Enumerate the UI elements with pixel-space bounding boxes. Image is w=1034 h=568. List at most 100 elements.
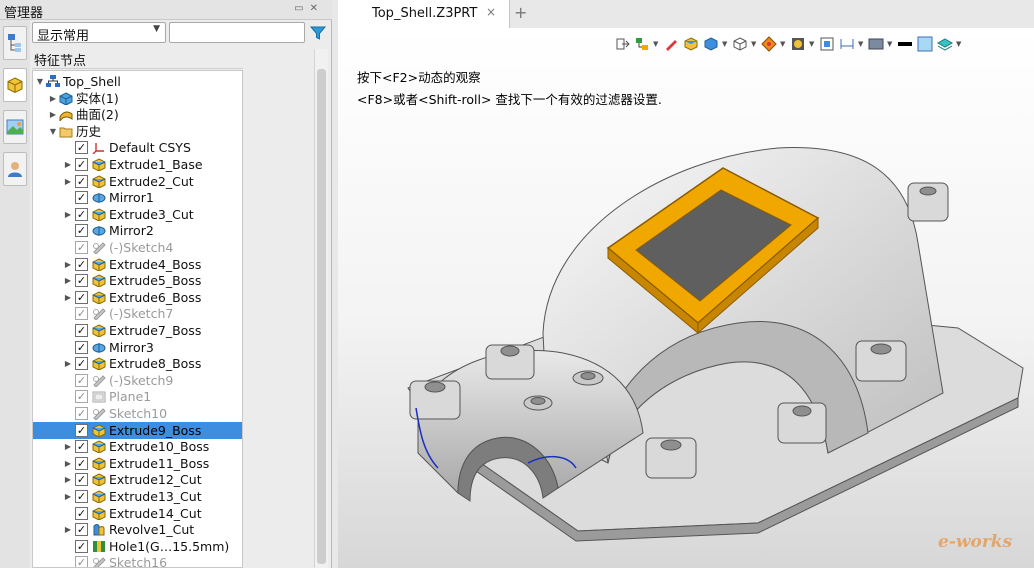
dimension-button[interactable] xyxy=(838,36,855,52)
chevron-down-icon[interactable]: ▼ xyxy=(780,40,786,48)
part-model[interactable] xyxy=(398,133,1028,553)
side-tab-tree[interactable] xyxy=(3,26,27,60)
visibility-checkbox[interactable]: ✓ xyxy=(75,241,88,254)
tree-item[interactable]: ▶ ✓ Extrude13_Cut xyxy=(33,488,242,505)
side-tab-part[interactable] xyxy=(3,68,27,102)
display-mode-select[interactable]: 显示常用 ▼ xyxy=(32,22,166,44)
tree-item[interactable]: ✓ Sketch10 xyxy=(33,405,242,422)
visibility-checkbox[interactable]: ✓ xyxy=(75,158,88,171)
tree-item[interactable]: ▶ ✓ Extrude6_Boss xyxy=(33,289,242,306)
tree-item[interactable]: ▼ 历史 xyxy=(33,123,242,140)
tree-item[interactable]: ✓ Plane1 xyxy=(33,388,242,405)
tree-item[interactable]: ▶ ✓ Extrude12_Cut xyxy=(33,471,242,488)
visibility-checkbox[interactable]: ✓ xyxy=(75,407,88,420)
visibility-checkbox[interactable]: ✓ xyxy=(75,440,88,454)
tree-filter-input[interactable] xyxy=(169,22,305,43)
section-view-button[interactable] xyxy=(936,36,953,52)
tree-item[interactable]: ✓ Extrude7_Boss xyxy=(33,322,242,339)
visibility-checkbox[interactable]: ✓ xyxy=(75,523,88,537)
tree-item[interactable]: ✓ Mirror3 xyxy=(33,339,242,356)
visibility-checkbox[interactable]: ✓ xyxy=(75,290,88,304)
tree-item[interactable]: ✓ Extrude14_Cut xyxy=(33,505,242,522)
tree-item[interactable]: ✓ Mirror2 xyxy=(33,222,242,239)
tree-item[interactable]: ✓ Extrude9_Boss xyxy=(33,421,242,439)
chevron-down-icon[interactable]: ▼ xyxy=(722,40,728,48)
chevron-down-icon[interactable]: ▼ xyxy=(653,40,659,48)
expand-closed-icon[interactable]: ▶ xyxy=(63,206,73,223)
tree-item[interactable]: ▶ 实体(1) xyxy=(33,90,242,107)
background-button[interactable] xyxy=(867,36,884,52)
color-bar-button[interactable] xyxy=(896,36,913,52)
visibility-checkbox[interactable]: ✓ xyxy=(75,141,88,155)
visibility-checkbox[interactable]: ✓ xyxy=(75,257,88,271)
tree-item[interactable]: ▶ ✓ Extrude5_Boss xyxy=(33,272,242,289)
tree-item[interactable]: ▶ ✓ Extrude11_Boss xyxy=(33,455,242,472)
tree-item[interactable]: ▼ Top_Shell xyxy=(33,73,242,90)
visibility-checkbox[interactable]: ✓ xyxy=(75,174,88,188)
visibility-checkbox[interactable]: ✓ xyxy=(75,191,88,205)
tree-item[interactable]: ▶ ✓ Revolve1_Cut xyxy=(33,521,242,538)
cube-view-button[interactable] xyxy=(702,36,719,52)
expand-open-icon[interactable]: ▼ xyxy=(35,73,45,90)
shaded-cube-button[interactable] xyxy=(682,36,699,52)
tree-item[interactable]: ▶ ✓ Extrude3_Cut xyxy=(33,206,242,223)
expand-closed-icon[interactable]: ▶ xyxy=(48,90,58,107)
expand-closed-icon[interactable]: ▶ xyxy=(63,471,73,488)
expand-closed-icon[interactable]: ▶ xyxy=(63,289,73,306)
expand-closed-icon[interactable]: ▶ xyxy=(63,488,73,505)
tree-item[interactable]: ▶ ✓ Extrude1_Base xyxy=(33,156,242,173)
visibility-checkbox[interactable]: ✓ xyxy=(75,556,88,567)
expand-closed-icon[interactable]: ▶ xyxy=(63,355,73,372)
pencil-button[interactable] xyxy=(662,36,679,52)
visibility-checkbox[interactable]: ✓ xyxy=(75,224,88,238)
display-filter-button[interactable] xyxy=(789,36,806,52)
visibility-checkbox[interactable]: ✓ xyxy=(75,539,88,553)
visibility-checkbox[interactable]: ✓ xyxy=(75,456,88,470)
hierarchy-button[interactable] xyxy=(633,36,650,52)
3d-viewport[interactable]: ▼ ▼ ▼ ▼ ▼ ▼ ▼ ▼ 按下<F2>动态的观察 <F8>或者<Shift-roll> … xyxy=(338,28,1034,568)
close-tab-icon[interactable]: × xyxy=(486,5,496,19)
visibility-checkbox[interactable]: ✓ xyxy=(75,506,88,520)
visibility-checkbox[interactable]: ✓ xyxy=(75,307,88,321)
expand-closed-icon[interactable]: ▶ xyxy=(63,455,73,472)
tree-scrollbar[interactable] xyxy=(314,49,328,568)
visibility-checkbox[interactable]: ✓ xyxy=(75,490,88,503)
expand-closed-icon[interactable]: ▶ xyxy=(48,106,58,123)
chevron-down-icon[interactable]: ▼ xyxy=(887,40,893,48)
wire-cube-button[interactable] xyxy=(731,36,748,52)
expand-closed-icon[interactable]: ▶ xyxy=(63,156,73,173)
visibility-checkbox[interactable]: ✓ xyxy=(75,373,88,387)
chevron-down-icon[interactable]: ▼ xyxy=(809,40,815,48)
expand-closed-icon[interactable]: ▶ xyxy=(63,173,73,190)
exit-sketch-button[interactable] xyxy=(613,36,630,52)
layer-button[interactable] xyxy=(916,36,933,52)
tree-item[interactable]: ▶ ✓ Extrude8_Boss xyxy=(33,355,242,372)
visibility-checkbox[interactable]: ✓ xyxy=(75,340,88,354)
chevron-down-icon[interactable]: ▼ xyxy=(858,40,864,48)
tree-item[interactable]: ✓ Hole1(G…15.5mm) xyxy=(33,538,242,555)
expand-closed-icon[interactable]: ▶ xyxy=(63,256,73,273)
chevron-down-icon[interactable]: ▼ xyxy=(956,40,962,48)
filter-button[interactable] xyxy=(307,22,328,43)
tree-item[interactable]: ✓ Mirror1 xyxy=(33,189,242,206)
visibility-checkbox[interactable]: ✓ xyxy=(75,423,88,437)
render-mode-button[interactable] xyxy=(760,36,777,52)
side-tab-user[interactable] xyxy=(3,152,27,186)
tree-item[interactable]: ✓ (-)Sketch9 xyxy=(33,372,242,389)
chevron-down-icon[interactable]: ▼ xyxy=(751,40,757,48)
pin-icon[interactable]: ▭ xyxy=(294,3,309,14)
expand-closed-icon[interactable]: ▶ xyxy=(63,438,73,455)
tree-item[interactable]: ✓ Default CSYS xyxy=(33,139,242,156)
zoom-fit-button[interactable] xyxy=(818,36,835,52)
visibility-checkbox[interactable]: ✓ xyxy=(75,207,88,221)
tree-item[interactable]: ▶ ✓ Extrude10_Boss xyxy=(33,438,242,455)
expand-closed-icon[interactable]: ▶ xyxy=(63,272,73,289)
tree-item[interactable]: ✓ (-)Sketch7 xyxy=(33,305,242,322)
tree-item[interactable]: ▶ ✓ Extrude2_Cut xyxy=(33,173,242,190)
visibility-checkbox[interactable]: ✓ xyxy=(75,274,88,288)
tab-top-shell[interactable]: Top_Shell.Z3PRT × xyxy=(338,0,510,28)
visibility-checkbox[interactable]: ✓ xyxy=(75,357,88,371)
tree-scrollbar-thumb[interactable] xyxy=(317,69,326,564)
tree-item[interactable]: ✓ (-)Sketch4 xyxy=(33,239,242,256)
add-tab-button[interactable]: + xyxy=(514,3,527,22)
